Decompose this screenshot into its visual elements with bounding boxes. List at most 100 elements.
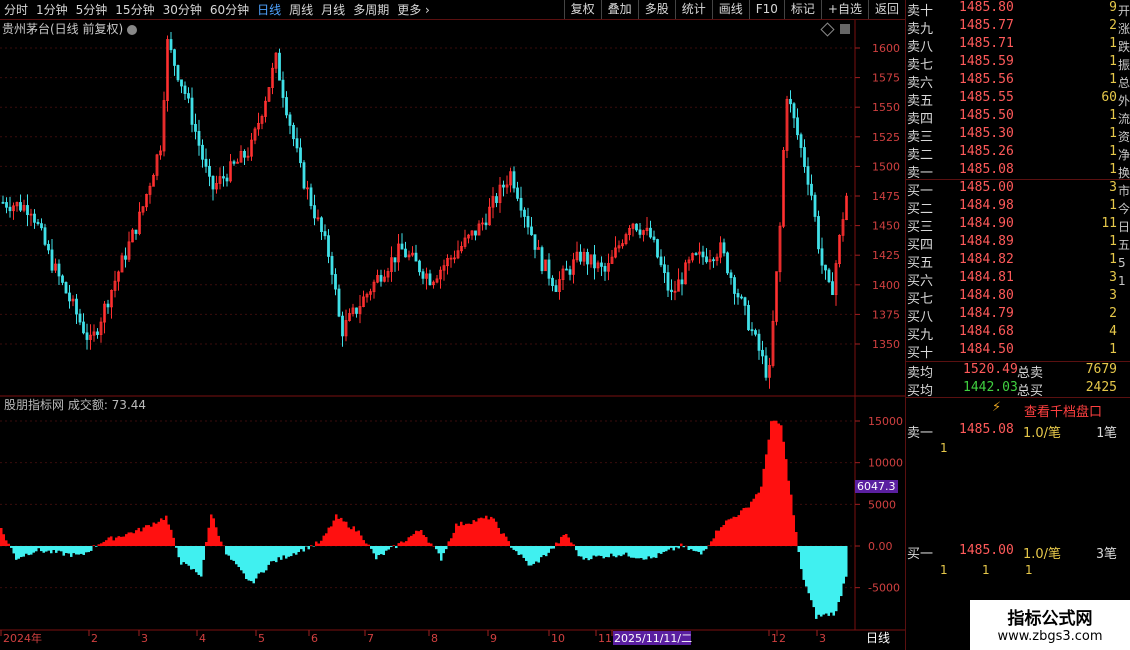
candle-body	[323, 231, 327, 237]
indicator-bar	[187, 546, 190, 566]
indicator-bar	[355, 531, 358, 546]
indicator-bar	[720, 527, 723, 546]
price-tick-label: 1375	[872, 308, 900, 321]
bid-level-row[interactable]: 买四 1484.89 1	[907, 234, 1117, 253]
candle-body	[1, 201, 5, 204]
ask-level-row[interactable]: 卖一 1485.08 1	[907, 162, 1117, 181]
indicator-bar	[530, 546, 533, 566]
candle-body	[806, 166, 810, 185]
indicator-bar	[252, 546, 255, 584]
candle-body	[502, 184, 505, 188]
indicator-bar	[627, 546, 630, 557]
indicator-bar	[245, 546, 248, 580]
candle-body	[278, 52, 281, 81]
indicator-bar	[710, 541, 713, 546]
ask-level-row[interactable]: 卖八 1485.71 1	[907, 36, 1117, 55]
candle-body	[295, 138, 299, 149]
candle-body	[729, 272, 733, 279]
indicator-bar	[107, 537, 110, 546]
candle-body	[194, 123, 197, 132]
bid-level-row[interactable]: 买八 1484.79 2	[907, 306, 1117, 325]
indicator-bar	[630, 546, 633, 558]
indicator-bar	[712, 538, 715, 546]
candle-body	[288, 114, 292, 126]
ask-level-row[interactable]: 卖七 1485.59 1	[907, 54, 1117, 73]
bid-level-row[interactable]: 买十 1484.50 1	[907, 342, 1117, 361]
indicator-bar	[275, 546, 278, 563]
candle-body	[43, 227, 47, 245]
indicator-bar	[80, 546, 83, 554]
candle-body	[309, 187, 313, 207]
indicator-bar	[742, 508, 745, 546]
indicator-bar	[480, 517, 483, 546]
indicator-bar	[387, 546, 390, 550]
ask-level-row[interactable]: 卖五 1485.55 60	[907, 90, 1117, 109]
indicator-bar	[305, 546, 308, 547]
ask-level-row[interactable]: 卖六 1485.56 1	[907, 72, 1117, 91]
indicator-bar	[262, 546, 265, 573]
bid-level-row[interactable]: 买三 1484.90 11	[907, 216, 1117, 235]
candle-body	[820, 248, 824, 266]
indicator-bar	[212, 518, 215, 546]
indicator-bar	[577, 546, 580, 557]
chart-canvas[interactable]: 1600 1575 1550 1525 1500 1475 1450 1425 1400 1375…	[0, 0, 905, 650]
bid-level-row[interactable]: 买七 1484.80 3	[907, 288, 1117, 307]
indicator-bar	[217, 535, 220, 546]
x-axis-label: 2	[779, 632, 786, 645]
indicator-bar	[135, 530, 138, 546]
indicator-bar	[317, 543, 320, 546]
clipped-label: 开	[1118, 4, 1130, 18]
candle-body	[579, 251, 582, 262]
indicator-bar	[267, 546, 270, 565]
clipped-label: 五	[1118, 238, 1130, 252]
diamond-icon[interactable]	[820, 22, 835, 37]
ask-level-row[interactable]: 卖四 1485.50 1	[907, 108, 1117, 127]
sell-average-row: 卖均 1520.49 总卖 7679	[907, 362, 1117, 381]
indicator-bar	[570, 542, 573, 546]
ask-level-row[interactable]: 卖十 1485.80 9	[907, 0, 1117, 19]
bid-level-row[interactable]: 买五 1484.82 1	[907, 252, 1117, 271]
bid-level-row[interactable]: 买九 1484.68 4	[907, 324, 1117, 343]
indicator-bar	[350, 529, 353, 546]
thousand-level-link[interactable]: 查看千档盘口	[1024, 401, 1102, 420]
candle-body	[649, 227, 652, 238]
indicator-bar	[637, 546, 640, 559]
candle-body	[540, 247, 544, 272]
indicator-bar	[87, 546, 90, 553]
indicator-bar	[155, 523, 158, 546]
indicator-bar	[315, 541, 318, 546]
candle-body	[516, 187, 519, 199]
candle-body	[803, 147, 806, 167]
candle-body	[302, 162, 306, 189]
indicator-bar	[325, 533, 328, 546]
indicator-bar	[792, 515, 795, 546]
bid-level-row[interactable]: 买六 1484.81 3	[907, 270, 1117, 289]
indicator-bar	[102, 541, 105, 546]
indicator-bar	[740, 510, 743, 546]
bid-level-row[interactable]: 买一 1485.00 3	[907, 180, 1117, 199]
indicator-bar	[140, 531, 143, 546]
ask-level-row[interactable]: 卖三 1485.30 1	[907, 126, 1117, 145]
indicator-bar	[395, 546, 398, 549]
ask-level-row[interactable]: 卖九 1485.77 2	[907, 18, 1117, 37]
indicator-bar	[640, 546, 643, 559]
indicator-bar	[12, 546, 15, 554]
buy-average-row: 买均 1442.03 总买 2425	[907, 380, 1117, 399]
indicator-bar	[22, 546, 25, 557]
candle-body	[183, 85, 187, 94]
indicator-bar	[320, 540, 323, 546]
panel-toggle-icon[interactable]	[840, 24, 850, 34]
indicator-bar	[532, 546, 535, 564]
candle-body	[187, 93, 190, 99]
indicator-bar	[575, 546, 578, 551]
indicator-bar	[247, 546, 250, 581]
candle-body	[512, 171, 516, 189]
candle-body	[743, 297, 747, 306]
x-axis-label: 2025/11/11/二	[614, 632, 692, 645]
bid-level-row[interactable]: 买二 1484.98 1	[907, 198, 1117, 217]
indicator-bar	[520, 546, 523, 555]
candle-body	[474, 230, 477, 236]
ask-level-row[interactable]: 卖二 1485.26 1	[907, 144, 1117, 163]
indicator-bar	[257, 546, 260, 574]
candle-body	[523, 209, 526, 217]
